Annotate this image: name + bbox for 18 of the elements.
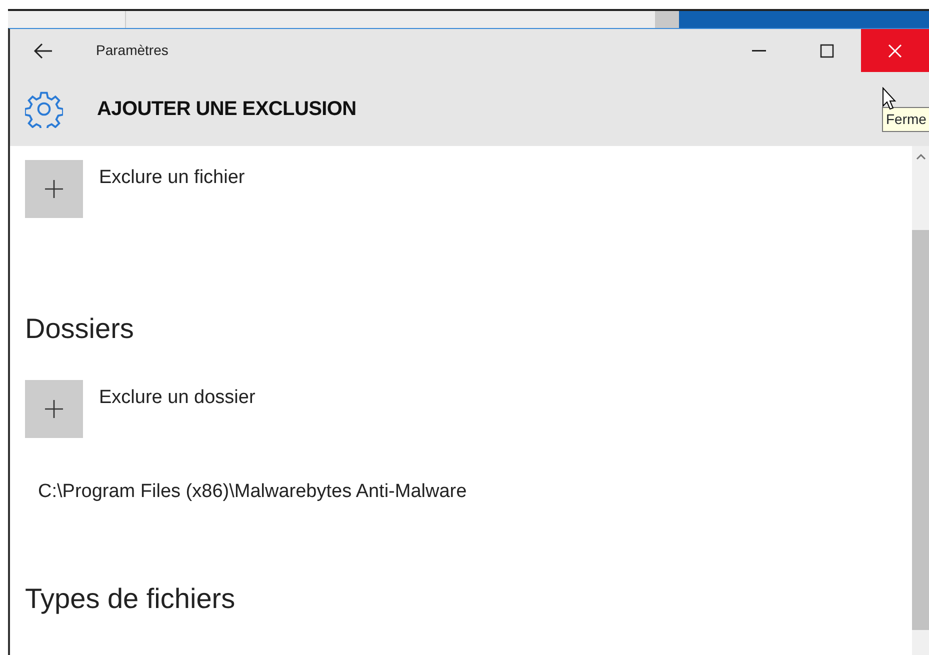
plus-icon[interactable]	[44, 179, 64, 199]
page-title: AJOUTER UNE EXCLUSION	[97, 97, 356, 122]
scrollbar-thumb[interactable]	[912, 230, 929, 630]
window-title: Paramètres	[96, 41, 168, 60]
scroll-up-icon[interactable]	[916, 154, 926, 160]
gear-icon	[25, 90, 63, 128]
cursor-icon	[882, 87, 898, 111]
tooltip: Ferme	[882, 107, 929, 132]
excluded-folder-path[interactable]: C:\Program Files (x86)\Malwarebytes Anti-Malware	[38, 478, 912, 506]
add-label[interactable]: Exclure un dossier	[99, 384, 256, 412]
back-arrow-icon[interactable]	[33, 42, 53, 58]
maximize-icon[interactable]	[820, 44, 834, 58]
section-heading: Dossiers	[25, 312, 135, 346]
close-icon[interactable]	[888, 44, 902, 58]
section-heading: Types de fichiers	[25, 582, 236, 616]
plus-icon[interactable]	[44, 398, 64, 419]
add-label[interactable]: Exclure un fichier	[99, 164, 245, 192]
minimize-icon[interactable]	[752, 50, 766, 52]
